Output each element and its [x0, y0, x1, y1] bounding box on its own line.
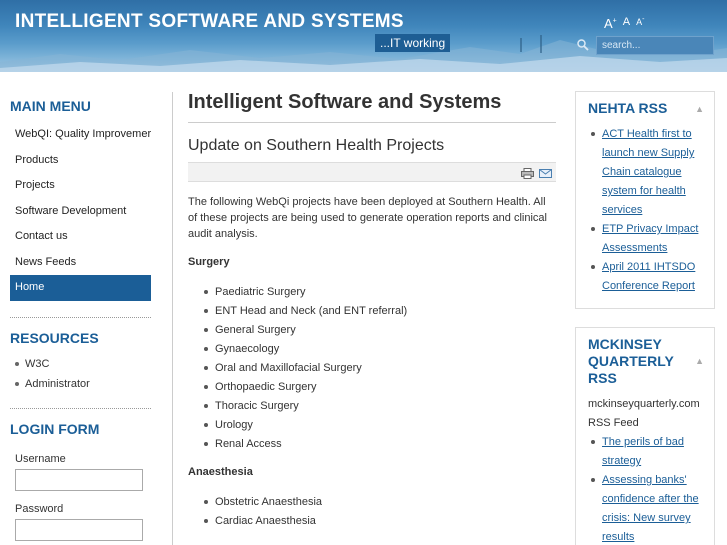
list-item: Gynaecology	[204, 340, 556, 359]
list-item: Obstetric Anaesthesia	[204, 493, 556, 512]
bullet-icon	[591, 478, 595, 482]
menu-item-home[interactable]: Home	[10, 275, 151, 301]
list-item: Urology	[204, 416, 556, 435]
feed-item[interactable]: Assessing banks' confidence after the cr…	[588, 471, 704, 545]
menu-item-products[interactable]: Products	[10, 148, 151, 174]
bullet-icon	[204, 423, 208, 428]
site-header: INTELLIGENT SOFTWARE AND SYSTEMS ...IT w…	[0, 0, 727, 72]
feed-description: mckinseyquarterly.com RSS Feed	[588, 398, 700, 429]
list-item: ENT Head and Neck (and ENT referral)	[204, 302, 556, 321]
surgery-list: Paediatric Surgery ENT Head and Neck (an…	[188, 283, 556, 454]
bullet-icon	[204, 328, 208, 333]
bullet-icon	[591, 227, 595, 231]
mckinsey-feed-list: The perils of bad strategy Assessing ban…	[588, 433, 704, 545]
email-icon[interactable]	[539, 168, 552, 179]
list-item: Oral and Maxillofacial Surgery	[204, 359, 556, 378]
password-input[interactable]	[15, 518, 143, 541]
page-title: Intelligent Software and Systems	[188, 91, 502, 113]
search-icon	[577, 39, 589, 51]
bullet-icon	[591, 440, 595, 444]
search-input[interactable]	[596, 36, 714, 55]
menu-item-contact-us[interactable]: Contact us	[10, 224, 151, 250]
title-rule	[188, 122, 556, 123]
bullet-icon	[204, 519, 208, 524]
font-size-tools: A+ A A-	[604, 16, 644, 31]
article-toolbar	[188, 162, 556, 182]
nehta-rss-box: NEHTA RSS ▲ ACT Health first to launch n…	[575, 91, 715, 309]
menu-item-news-feeds[interactable]: News Feeds	[10, 250, 151, 276]
site-title[interactable]: INTELLIGENT SOFTWARE AND SYSTEMS	[15, 11, 404, 33]
feed-item[interactable]: April 2011 IHTSDO Conference Report	[588, 258, 704, 296]
column-separator	[172, 92, 173, 545]
username-label: Username	[15, 452, 66, 465]
resource-link-w3c[interactable]: W3C	[10, 354, 151, 374]
resource-link-administrator[interactable]: Administrator	[10, 374, 151, 394]
password-label: Password	[15, 502, 64, 515]
left-sidebar: MAIN MENU WebQI: Quality Improvemer Prod…	[10, 98, 151, 541]
menu-item-webqi[interactable]: WebQI: Quality Improvemer	[10, 122, 151, 148]
anaesthesia-list: Obstetric Anaesthesia Cardiac Anaesthesi…	[188, 493, 556, 531]
list-item: Orthopaedic Surgery	[204, 378, 556, 397]
list-item: Renal Access	[204, 435, 556, 454]
mckinsey-rss-box: MCKINSEY QUARTERLY RSS ▲ mckinseyquarter…	[575, 327, 715, 545]
username-input[interactable]	[15, 468, 143, 491]
bullet-icon	[204, 347, 208, 352]
resources-title: RESOURCES	[10, 329, 99, 346]
resources-list: W3C Administrator	[10, 354, 151, 394]
menu-item-projects[interactable]: Projects	[10, 173, 151, 199]
nehta-feed-list: ACT Health first to launch new Supply Ch…	[588, 125, 704, 296]
login-form-title: LOGIN FORM	[10, 420, 100, 437]
bullet-icon	[204, 366, 208, 371]
main-content: Intelligent Software and Systems Update …	[188, 91, 556, 531]
bullet-icon	[204, 404, 208, 409]
bullet-icon	[15, 381, 19, 386]
list-item: Thoracic Surgery	[204, 397, 556, 416]
article-heading[interactable]: Update on Southern Health Projects	[188, 137, 556, 155]
mckinsey-rss-title: MCKINSEY QUARTERLY RSS	[588, 336, 674, 386]
surgery-heading: Surgery	[188, 256, 230, 268]
feed-item[interactable]: ETP Privacy Impact Assessments	[588, 220, 704, 258]
list-item: General Surgery	[204, 321, 556, 340]
collapse-chevron-icon[interactable]: ▲	[695, 104, 704, 114]
menu-item-software-development[interactable]: Software Development	[10, 199, 151, 225]
bullet-icon	[591, 132, 595, 136]
list-item: Cardiac Anaesthesia	[204, 512, 556, 531]
bullet-icon	[204, 442, 208, 447]
print-icon[interactable]	[521, 168, 534, 179]
list-item: Paediatric Surgery	[204, 283, 556, 302]
increase-font-button[interactable]: A+	[604, 16, 617, 31]
decrease-font-button[interactable]: A-	[636, 16, 644, 31]
feed-item[interactable]: ACT Health first to launch new Supply Ch…	[588, 125, 704, 220]
bullet-icon	[204, 385, 208, 390]
main-menu: WebQI: Quality Improvemer Products Proje…	[10, 122, 151, 301]
reset-font-button[interactable]: A	[623, 16, 630, 31]
nehta-rss-title: NEHTA RSS	[588, 100, 668, 116]
bullet-icon	[591, 265, 595, 269]
bullet-icon	[15, 361, 19, 366]
divider	[10, 316, 151, 318]
right-sidebar: NEHTA RSS ▲ ACT Health first to launch n…	[575, 91, 715, 545]
bullet-icon	[204, 290, 208, 295]
main-menu-title: MAIN MENU	[10, 98, 91, 114]
collapse-chevron-icon[interactable]: ▲	[695, 356, 704, 366]
bullet-icon	[204, 500, 208, 505]
anaesthesia-heading: Anaesthesia	[188, 466, 253, 478]
site-tagline: ...IT working	[375, 34, 451, 52]
feed-item[interactable]: The perils of bad strategy	[588, 433, 704, 471]
article-intro: The following WebQi projects have been d…	[188, 196, 547, 240]
divider	[10, 407, 151, 409]
bullet-icon	[204, 309, 208, 314]
